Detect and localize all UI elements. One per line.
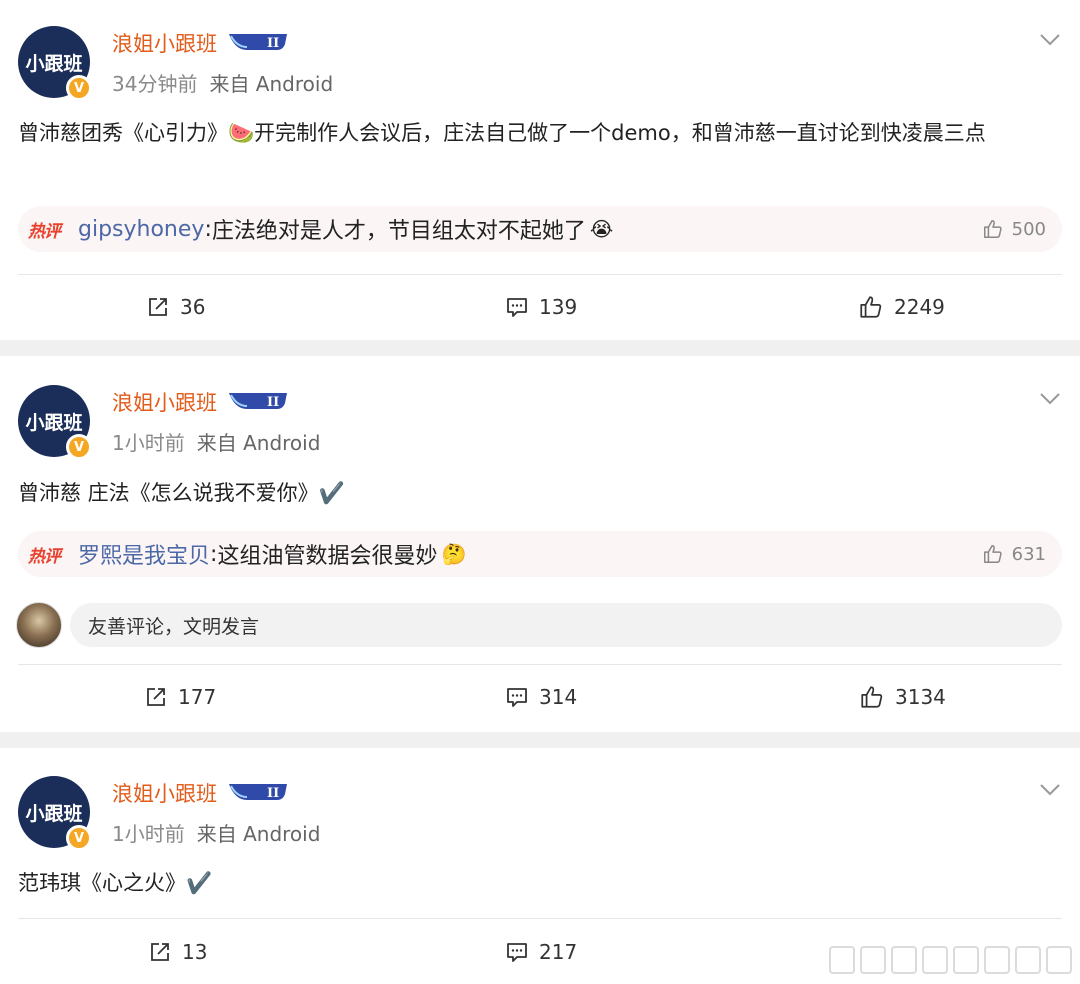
avatar-text: 小跟班 — [25, 802, 83, 825]
comment-input-placeholder: 友善评论，文明发言 — [88, 615, 260, 638]
verified-icon: V — [66, 434, 92, 460]
comment-icon — [507, 943, 527, 962]
level-badge-icon[interactable]: II — [227, 30, 287, 54]
username[interactable]: 浪姐小跟班 — [112, 28, 217, 58]
divider — [18, 918, 1062, 919]
hot-comment-emoji: 🤔 — [441, 542, 467, 566]
repost-count: 13 — [182, 940, 208, 964]
post-content: 曾沛慈团秀《心引力》🍉开完制作人会议后，庄法自己做了一个demo，和曾沛慈一直讨… — [18, 121, 986, 145]
comment-input[interactable]: 友善评论，文明发言 — [70, 603, 1062, 647]
post-source: 来自 Android — [209, 72, 334, 96]
post-meta: 1小时前 来自 Android — [112, 427, 320, 456]
post-time: 34分钟前 — [112, 72, 198, 96]
chevron-down-icon[interactable] — [1040, 393, 1060, 405]
verified-icon: V — [66, 75, 92, 101]
watermark — [829, 946, 1072, 974]
post-actions: 36 139 2249 — [0, 287, 1080, 327]
post-source: 来自 Android — [196, 822, 321, 846]
chevron-down-icon[interactable] — [1040, 34, 1060, 46]
hot-comment-like-count: 500 — [1011, 218, 1046, 240]
hot-comment-like-count: 631 — [1011, 543, 1046, 565]
comment-icon — [507, 298, 527, 317]
comment-count: 314 — [539, 685, 578, 709]
divider — [18, 664, 1062, 665]
post-time: 1小时前 — [112, 431, 185, 455]
avatar-text: 小跟班 — [25, 52, 83, 75]
svg-text:II: II — [267, 36, 279, 51]
post-meta: 1小时前 来自 Android — [112, 818, 320, 847]
hot-comment-text: 这组油管数据会很曼妙 — [217, 544, 438, 569]
repost-icon — [151, 943, 169, 961]
post-actions: 177 314 3134 — [0, 677, 1080, 717]
thumbs-up-icon — [983, 220, 1002, 238]
repost-button[interactable]: 177 — [144, 677, 216, 717]
hot-comment-like[interactable]: 631 — [982, 543, 1046, 565]
comment-button[interactable]: 314 — [505, 677, 577, 717]
svg-text:II: II — [267, 786, 279, 801]
post-content: 范玮琪《心之火》✔️ — [18, 871, 213, 895]
hot-comment-like[interactable]: 500 — [982, 218, 1046, 240]
post-2: 小跟班 V 浪姐小跟班 II 1小时前 来自 Android 曾沛慈 庄法《怎么说… — [0, 356, 1080, 732]
verified-icon: V — [66, 825, 92, 851]
post-separator — [0, 340, 1080, 356]
my-avatar — [16, 602, 62, 648]
post-separator — [0, 732, 1080, 748]
comment-button[interactable]: 217 — [505, 932, 577, 972]
hot-comment[interactable]: 热评 罗熙是我宝贝 : 这组油管数据会很曼妙 🤔 631 — [18, 531, 1062, 577]
repost-count: 177 — [178, 685, 217, 709]
hot-comment-colon: : — [210, 541, 218, 567]
thumbs-up-icon — [860, 296, 882, 318]
repost-count: 36 — [180, 295, 206, 319]
hot-comment-colon: : — [204, 216, 212, 242]
post-1: 小跟班 V 浪姐小跟班 II 34分钟前 来自 Android 曾沛慈团秀《心引力… — [0, 0, 1080, 340]
hot-comment-tag: 热评 — [28, 221, 61, 242]
level-badge-icon[interactable]: II — [227, 389, 287, 413]
repost-button[interactable]: 36 — [146, 287, 205, 327]
post-3: 小跟班 V 浪姐小跟班 II 1小时前 来自 Android 范玮琪《心之火》✔️… — [0, 748, 1080, 984]
repost-icon — [149, 298, 167, 316]
post-content: 曾沛慈 庄法《怎么说我不爱你》✔️ — [18, 481, 345, 505]
like-count: 3134 — [895, 685, 946, 709]
thumbs-up-icon — [861, 686, 883, 708]
post-meta: 34分钟前 来自 Android — [112, 68, 333, 97]
svg-text:II: II — [267, 395, 279, 410]
username[interactable]: 浪姐小跟班 — [112, 778, 217, 808]
post-source: 来自 Android — [196, 431, 321, 455]
comment-count: 139 — [539, 295, 578, 319]
like-count: 2249 — [894, 295, 945, 319]
chevron-down-icon[interactable] — [1040, 784, 1060, 796]
thumbs-up-icon — [983, 545, 1002, 563]
avatar-text: 小跟班 — [25, 411, 83, 434]
post-time: 1小时前 — [112, 822, 185, 846]
level-badge-icon[interactable]: II — [227, 780, 287, 804]
hot-comment-user[interactable]: 罗熙是我宝贝 — [78, 538, 210, 570]
like-button[interactable]: 2249 — [858, 287, 945, 327]
hot-comment-tag: 热评 — [28, 546, 61, 567]
repost-button[interactable]: 13 — [148, 932, 207, 972]
divider — [18, 274, 1062, 275]
hot-comment-emoji: 😭 — [589, 217, 614, 241]
hot-comment-text: 庄法绝对是人才，节目组太对不起她了 — [211, 219, 586, 244]
like-button[interactable]: 3134 — [859, 677, 946, 717]
comment-icon — [507, 688, 527, 707]
repost-icon — [147, 688, 165, 706]
comment-button[interactable]: 139 — [505, 287, 577, 327]
hot-comment[interactable]: 热评 gipsyhoney : 庄法绝对是人才，节目组太对不起她了 😭 500 — [18, 206, 1062, 252]
comment-count: 217 — [539, 940, 578, 964]
hot-comment-user[interactable]: gipsyhoney — [78, 217, 204, 242]
username[interactable]: 浪姐小跟班 — [112, 387, 217, 417]
